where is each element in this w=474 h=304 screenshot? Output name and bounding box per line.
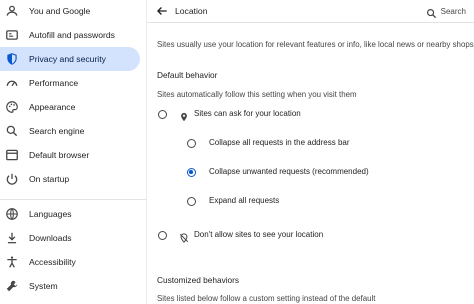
sidebar-item-privacy[interactable]: Privacy and security: [0, 47, 140, 71]
browser-icon: [4, 147, 20, 163]
sidebar-item-label: System: [29, 281, 58, 291]
block-location-radio[interactable]: [158, 231, 167, 240]
search-icon: [426, 6, 437, 18]
sidebar-item-autofill[interactable]: Autofill and passwords: [0, 23, 140, 47]
sidebar-item-label: Default browser: [29, 150, 90, 160]
sidebar-item-downloads[interactable]: Downloads: [0, 226, 140, 250]
sidebar-item-default-browser[interactable]: Default browser: [0, 143, 140, 167]
sidebar-item-performance[interactable]: Performance: [0, 71, 140, 95]
download-icon: [4, 230, 20, 246]
collapse-unwanted-label: Collapse unwanted requests (recommended): [209, 167, 369, 176]
sidebar-item-on-startup[interactable]: On startup: [0, 167, 140, 191]
header-divider: [147, 22, 474, 23]
accessibility-icon: [4, 254, 20, 270]
allow-location-label: Sites can ask for your location: [194, 109, 301, 118]
allow-location-radio[interactable]: [158, 110, 167, 119]
sidebar-item-label: You and Google: [29, 6, 91, 16]
expand-all-radio[interactable]: [187, 197, 196, 206]
location-off-icon: [179, 230, 189, 243]
sidebar-item-system[interactable]: System: [0, 274, 140, 298]
sidebar-item-label: Appearance: [29, 102, 76, 112]
collapse-all-label: Collapse all requests in the address bar: [209, 138, 350, 147]
autofill-icon: [4, 27, 20, 43]
sidebar-item-label: Autofill and passwords: [29, 30, 115, 40]
settings-sidebar: You and Google Autofill and passwords Pr…: [0, 0, 146, 304]
sidebar-item-accessibility[interactable]: Accessibility: [0, 250, 140, 274]
shield-icon: [4, 51, 20, 67]
sidebar-item-label: Performance: [29, 78, 79, 88]
sidebar-item-label: Privacy and security: [29, 54, 106, 64]
sidebar-item-label: On startup: [29, 174, 70, 184]
sidebar-item-label: Search engine: [29, 126, 85, 136]
page-title: Location: [175, 6, 208, 16]
location-pin-icon: [179, 109, 189, 122]
sidebar-item-label: Accessibility: [29, 257, 76, 267]
search-button[interactable]: Search: [426, 3, 466, 19]
default-behavior-heading: Default behavior: [157, 70, 218, 80]
sidebar-item-label: Languages: [29, 209, 72, 219]
sidebar-item-appearance[interactable]: Appearance: [0, 95, 140, 119]
customized-behaviors-description: Sites listed below follow a custom setti…: [157, 294, 376, 303]
sidebar-item-label: Downloads: [29, 233, 72, 243]
expand-all-label: Expand all requests: [209, 196, 280, 205]
block-location-label: Don't allow sites to see your location: [194, 230, 324, 239]
location-settings-panel: Location Search Sites usually use your l…: [147, 0, 474, 304]
sidebar-item-you-and-google[interactable]: You and Google: [0, 0, 140, 23]
power-icon: [4, 171, 20, 187]
sidebar-item-languages[interactable]: Languages: [0, 202, 140, 226]
palette-icon: [4, 99, 20, 115]
customized-behaviors-heading: Customized behaviors: [157, 275, 240, 285]
globe-icon: [4, 206, 20, 222]
collapse-all-radio[interactable]: [187, 139, 196, 148]
speedometer-icon: [4, 75, 20, 91]
default-behavior-description: Sites automatically follow this setting …: [157, 90, 357, 99]
person-icon: [4, 3, 20, 19]
search-icon: [4, 123, 20, 139]
sidebar-divider: [0, 199, 146, 200]
search-label: Search: [440, 6, 466, 16]
wrench-icon: [4, 278, 20, 294]
intro-text: Sites usually use your location for rele…: [157, 40, 474, 49]
collapse-unwanted-radio[interactable]: [187, 168, 196, 177]
back-arrow-icon[interactable]: [155, 4, 169, 18]
sidebar-item-search-engine[interactable]: Search engine: [0, 119, 140, 143]
